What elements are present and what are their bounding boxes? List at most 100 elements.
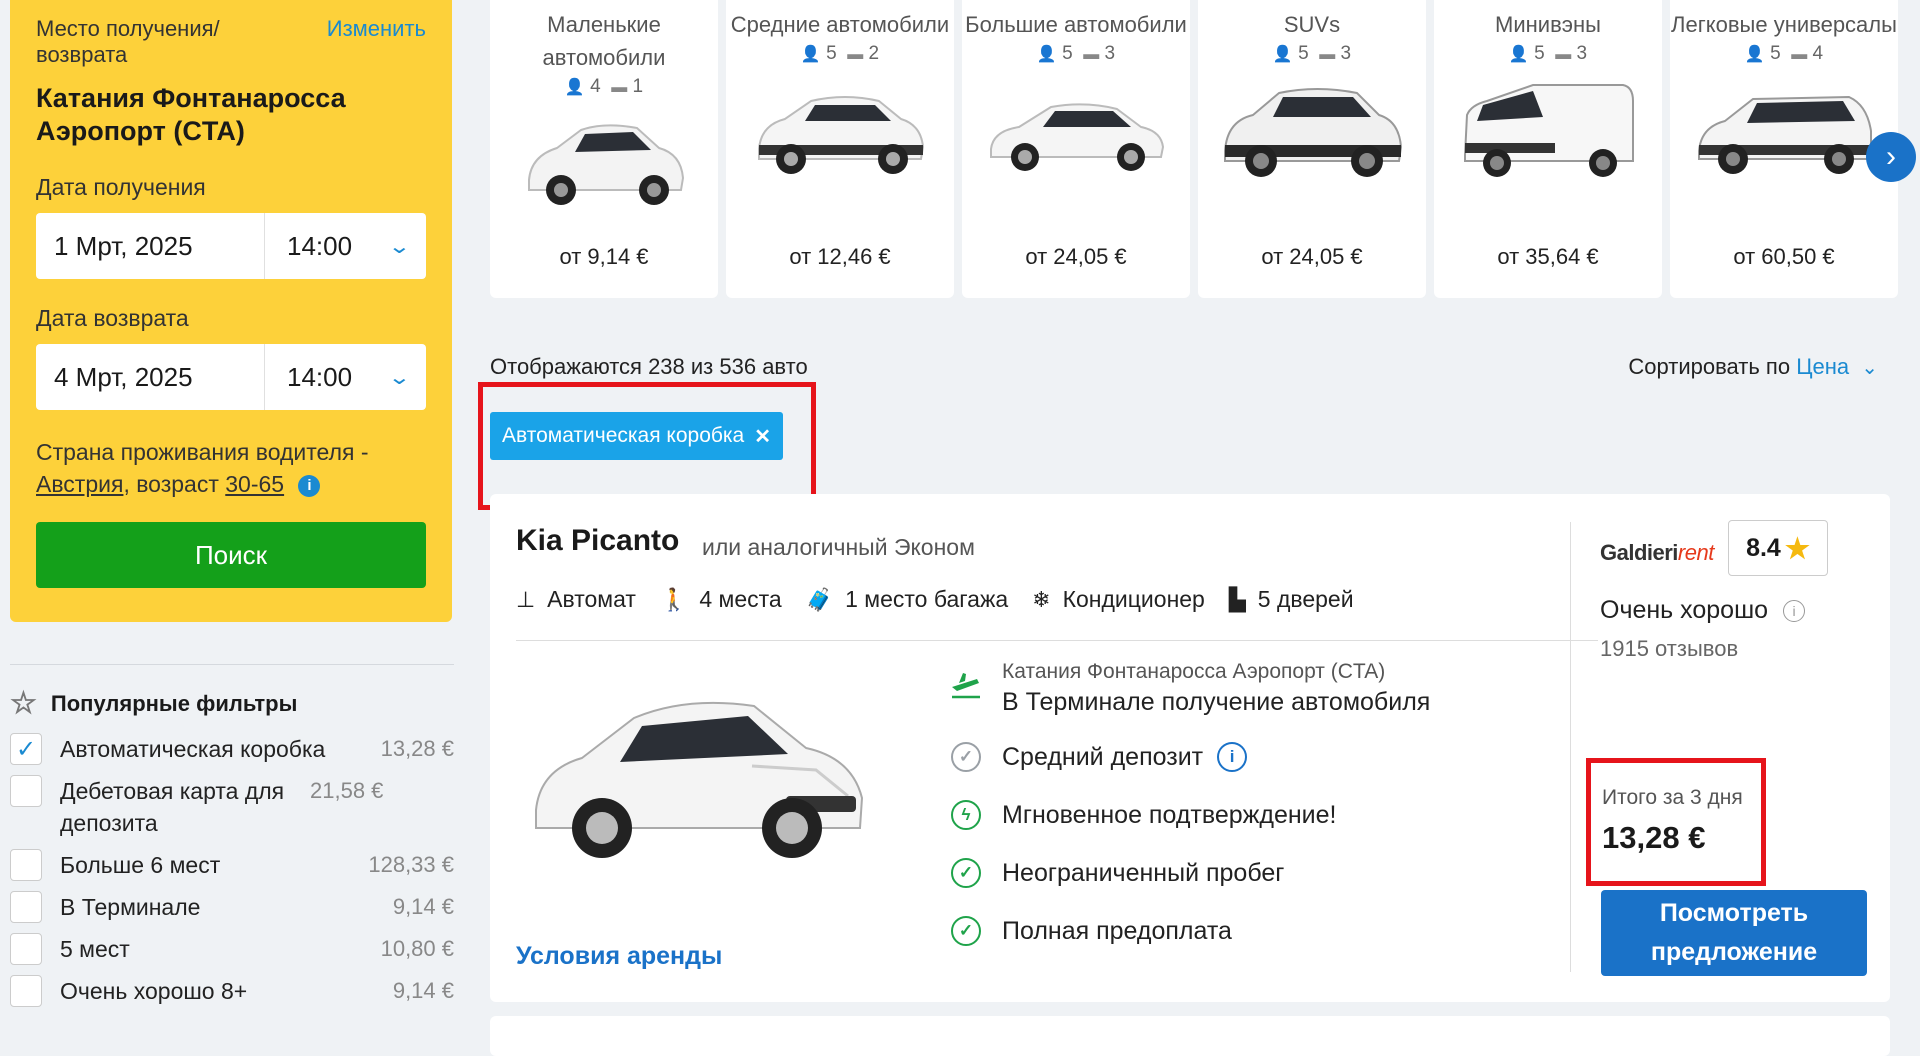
suitcase-icon: ▬ — [1083, 46, 1100, 63]
category-name: SUVs — [1283, 12, 1341, 37]
filter-checkbox[interactable] — [10, 775, 42, 807]
supplier-name: Galdieri — [1600, 540, 1678, 565]
gearshift-icon: ⊥ — [516, 586, 536, 612]
filters-panel: ☆ Популярные фильтры ✓ Автоматическая кор… — [10, 664, 454, 1017]
filter-checkbox[interactable] — [10, 891, 42, 923]
pickup-time-value: 14:00 — [287, 230, 353, 261]
category-name: Средние автомобили — [730, 12, 950, 37]
change-location-link[interactable]: Изменить — [327, 16, 426, 42]
filter-option[interactable]: Очень хорошо 8+ 9,14 € — [10, 975, 454, 1007]
filter-checkbox[interactable]: ✓ — [10, 733, 42, 765]
bags-count: 2 — [868, 43, 880, 64]
category-card-wagon[interactable]: Легковые универсалы 👤 5 ▬ 4 от 60,50 € — [1670, 0, 1898, 298]
feature-label: Неограниченный пробег — [1002, 858, 1285, 887]
result-card: Kia Picanto или аналогичный Эконом ⊥ Авто… — [490, 494, 1890, 1002]
plane-arrival-icon — [948, 666, 984, 702]
bags-count: 3 — [1576, 43, 1588, 64]
star-icon: ☆ — [10, 687, 37, 720]
bags-count: 3 — [1104, 43, 1116, 64]
age-link[interactable]: 30-65 — [225, 471, 284, 497]
category-card-suv[interactable]: SUVs 👤 5 ▬ 3 от 24,05 € — [1198, 0, 1426, 298]
seats-count: 5 — [1770, 43, 1781, 64]
small-car-image — [528, 124, 685, 205]
chevron-down-icon: ⌄ — [387, 366, 412, 389]
seats-count: 5 — [1062, 43, 1073, 64]
category-name: Большие автомобили — [965, 12, 1187, 37]
search-button[interactable]: Поиск — [36, 522, 426, 588]
person-icon: 👤 — [800, 46, 821, 63]
spec-doors: ▙ 5 дверей — [1229, 586, 1354, 613]
spec-transmission: ⊥ Автомат — [516, 586, 636, 613]
filter-option[interactable]: Дебетовая карта для депозита 21,58 € — [10, 775, 454, 839]
check-icon: ✓ — [951, 858, 981, 888]
search-panel: Место получения/ возврата Изменить Катан… — [10, 0, 452, 622]
carousel-next-button[interactable]: › — [1866, 132, 1916, 182]
info-icon[interactable]: i — [1217, 742, 1248, 772]
filter-label: Автоматическая коробка — [60, 736, 326, 762]
popular-filters-heading: ☆ Популярные фильтры — [10, 687, 454, 720]
reviews-count[interactable]: 1915 отзывов — [1600, 636, 1738, 662]
car-title: Kia Picanto — [516, 524, 680, 557]
person-icon: 👤 — [1036, 46, 1057, 63]
rental-terms-link[interactable]: Условия аренды — [516, 942, 722, 971]
return-date-input[interactable]: 4 Мрт, 2025 — [36, 344, 265, 410]
category-specs: 👤 5 ▬ 4 — [1670, 43, 1898, 65]
driver-info: Страна проживания водителя - Австрия, во… — [36, 436, 426, 500]
info-icon[interactable]: i — [1783, 600, 1805, 622]
view-offer-button[interactable]: Посмотреть предложение — [1601, 890, 1867, 976]
seats-count: 4 — [590, 76, 601, 97]
divider — [10, 664, 454, 665]
category-card-large[interactable]: Большие автомобили 👤 5 ▬ 3 от 24,05 € — [962, 0, 1190, 298]
return-datetime-field: 4 Мрт, 2025 14:00 ⌄ — [36, 344, 426, 410]
info-icon[interactable]: i — [298, 475, 321, 497]
feature-list: Катания Фонтанаросса Аэропорт (CTA) В Те… — [948, 660, 1430, 971]
filter-option[interactable]: 5 мест 10,80 € — [10, 933, 454, 965]
chevron-right-icon: › — [1886, 140, 1896, 173]
feature-label: Полная предоплата — [1002, 916, 1232, 945]
supplier-logo: Galdierirent — [1600, 540, 1714, 566]
spec-luggage: 🧳 1 место багажа — [806, 586, 1008, 613]
filter-option[interactable]: В Терминале 9,14 € — [10, 891, 454, 923]
annotation-highlight-filter — [478, 382, 816, 510]
country-link[interactable]: Австрия — [36, 471, 123, 497]
return-time-select[interactable]: 14:00 ⌄ — [265, 362, 426, 393]
spec-label: 1 место багажа — [845, 586, 1009, 612]
category-name: Легковые универсалы — [1671, 12, 1897, 37]
feature-label: Мгновенное подтверждение! — [1002, 800, 1337, 829]
bags-count: 1 — [632, 76, 644, 97]
star-icon: ★ — [1784, 532, 1810, 564]
rating-score: 8.4 — [1746, 533, 1781, 562]
pickup-date-input[interactable]: 1 Мрт, 2025 — [36, 213, 265, 279]
category-card-medium[interactable]: Средние автомобили 👤 5 ▬ 2 от 12,46 € — [726, 0, 954, 298]
filter-checkbox[interactable] — [10, 933, 42, 965]
check-icon: ✓ — [951, 742, 981, 772]
filter-label: Дебетовая карта для депозита — [60, 778, 285, 836]
pickup-time-select[interactable]: 14:00 ⌄ — [265, 231, 426, 262]
category-card-minivan[interactable]: Минивэны 👤 5 ▬ 3 от 35,64 € — [1434, 0, 1662, 298]
category-name: Минивэны — [1495, 12, 1601, 37]
filter-checkbox[interactable] — [10, 975, 42, 1007]
person-icon: 👤 — [1272, 46, 1293, 63]
car-category-carousel: Маленькие автомобили 👤 4 ▬ 1 от 9,14 € С… — [490, 0, 1920, 298]
annotation-highlight-price — [1586, 758, 1766, 886]
rating-score-badge: 8.4 ★ — [1728, 520, 1828, 576]
feature-instant-confirmation: ϟ Мгновенное подтверждение! — [948, 797, 1430, 833]
person-icon: 🚶 — [659, 586, 688, 612]
suitcase-icon: ▬ — [1791, 46, 1808, 63]
car-specs: ⊥ Автомат 🚶 4 места 🧳 1 место багажа ❄ Конди… — [516, 586, 1354, 613]
seats-count: 5 — [1534, 43, 1545, 64]
sort-value: Цена — [1796, 354, 1850, 379]
filter-option[interactable]: Больше 6 мест 128,33 € — [10, 849, 454, 881]
category-card-small[interactable]: Маленькие автомобили 👤 4 ▬ 1 от 9,14 € — [490, 0, 718, 298]
suitcase-icon: ▬ — [847, 46, 864, 63]
lightning-icon: ϟ — [951, 800, 981, 830]
large-car-image — [990, 103, 1165, 171]
filter-checkbox[interactable] — [10, 849, 42, 881]
supplier-name-suffix: rent — [1677, 540, 1714, 565]
filter-option[interactable]: ✓ Автоматическая коробка 13,28 € — [10, 733, 454, 765]
sort-dropdown[interactable]: Сортировать по Цена ⌄ — [1628, 354, 1878, 380]
car-door-icon: ▙ — [1228, 586, 1246, 612]
spec-seats: 🚶 4 места — [660, 586, 782, 613]
spec-label: 5 дверей — [1257, 586, 1354, 612]
filter-price: 10,80 € — [380, 936, 454, 961]
